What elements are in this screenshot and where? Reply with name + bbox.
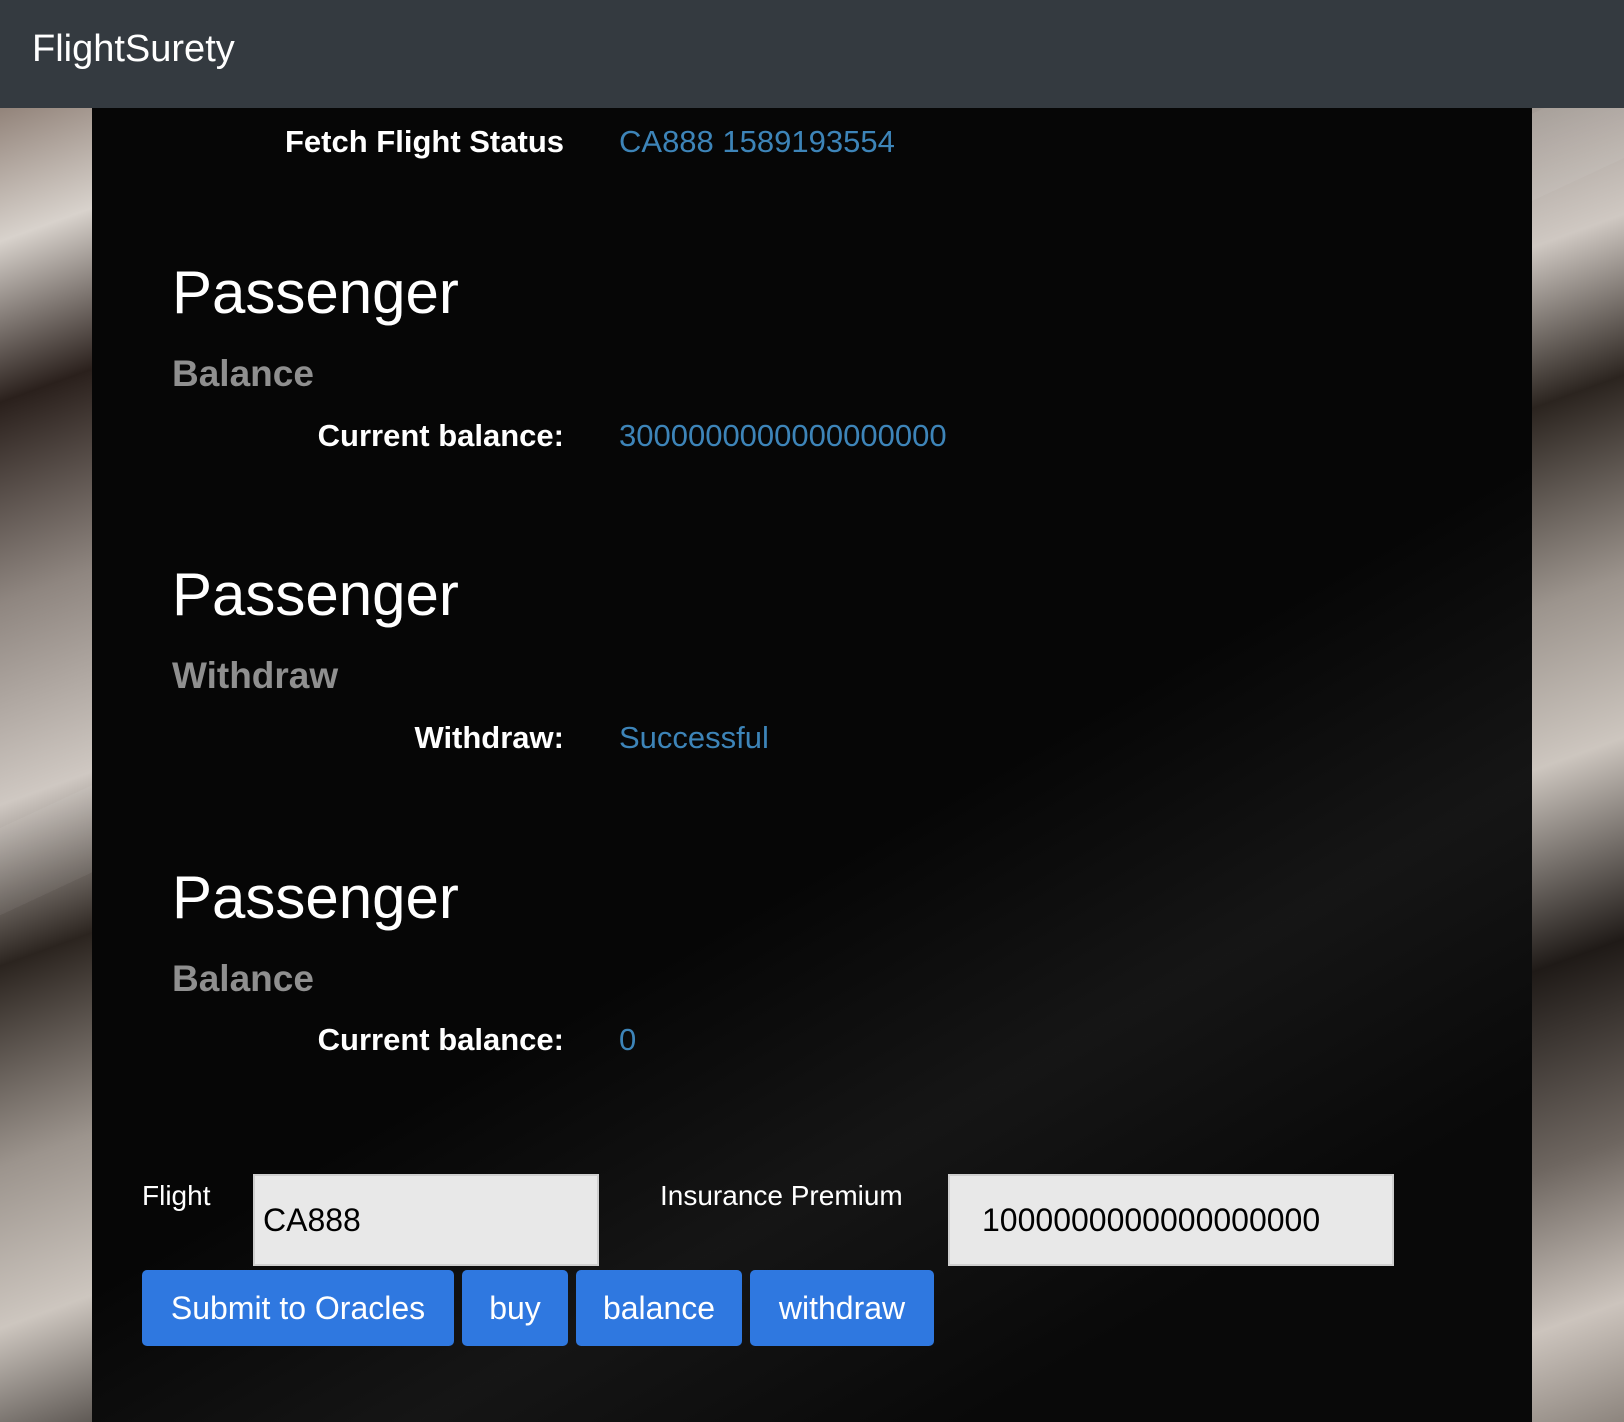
fetch-status-row: Fetch Flight Status CA888 1589193554 (92, 116, 1532, 166)
balance-row: Current balance: 3000000000000000000 (92, 410, 1532, 460)
balance-value: 0 (619, 1022, 637, 1057)
fetch-status-value: CA888 1589193554 (619, 124, 895, 159)
buy-button[interactable]: buy (462, 1270, 568, 1346)
section-title: Passenger (172, 864, 459, 931)
balance-label: Current balance: (317, 418, 564, 453)
fetch-status-label: Fetch Flight Status (285, 124, 564, 159)
submit-to-oracles-button[interactable]: Submit to Oracles (142, 1270, 454, 1346)
section-title: Passenger (172, 561, 459, 628)
withdraw-button[interactable]: withdraw (750, 1270, 934, 1346)
insurance-premium-label: Insurance Premium (660, 1180, 903, 1211)
flight-label: Flight (142, 1180, 211, 1211)
balance-button[interactable]: balance (576, 1270, 742, 1346)
section-title: Passenger (172, 259, 459, 326)
withdraw-row: Withdraw: Successful (92, 712, 1532, 762)
navbar: FlightSurety (0, 0, 1624, 108)
insurance-premium-input[interactable] (948, 1174, 1394, 1266)
balance-row: Current balance: 0 (92, 1014, 1532, 1064)
withdraw-label: Withdraw: (414, 720, 564, 755)
balance-value: 3000000000000000000 (619, 418, 947, 453)
withdraw-value: Successful (619, 720, 769, 755)
section-subtitle: Balance (172, 958, 314, 999)
flight-input[interactable] (253, 1174, 599, 1266)
brand-title[interactable]: FlightSurety (32, 28, 235, 71)
section-subtitle: Balance (172, 353, 314, 394)
section-subtitle: Withdraw (172, 655, 339, 696)
balance-label: Current balance: (317, 1022, 564, 1057)
